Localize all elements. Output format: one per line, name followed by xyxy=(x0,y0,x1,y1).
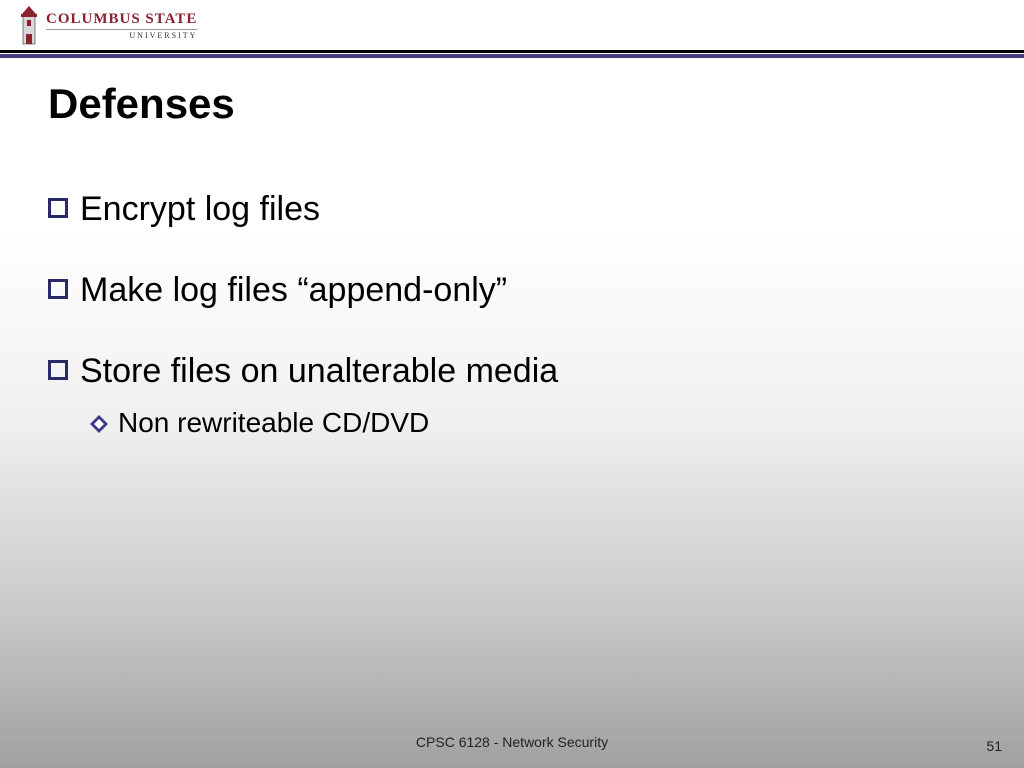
logo-line2: UNIVERSITY xyxy=(46,29,197,40)
slide: COLUMBUS STATE UNIVERSITY Defenses Encry… xyxy=(0,0,1024,768)
logo-text: COLUMBUS STATE UNIVERSITY xyxy=(46,12,197,40)
tower-icon xyxy=(18,6,40,46)
bullet-item: Store files on unalterable media xyxy=(48,352,948,391)
page-number: 51 xyxy=(986,738,1002,754)
square-bullet-icon xyxy=(48,279,68,299)
square-bullet-icon xyxy=(48,198,68,218)
slide-content: Encrypt log files Make log files “append… xyxy=(48,190,948,439)
institution-logo: COLUMBUS STATE UNIVERSITY xyxy=(18,6,197,46)
bullet-text: Encrypt log files xyxy=(80,190,320,229)
bullet-item: Encrypt log files xyxy=(48,190,948,229)
diamond-bullet-icon xyxy=(90,415,108,433)
logo-line1: COLUMBUS STATE xyxy=(46,12,197,27)
sub-bullet-text: Non rewriteable CD/DVD xyxy=(118,407,429,439)
bullet-text: Store files on unalterable media xyxy=(80,352,558,391)
sub-bullet-item: Non rewriteable CD/DVD xyxy=(90,407,948,439)
bullet-text: Make log files “append-only” xyxy=(80,271,507,310)
bullet-item: Make log files “append-only” xyxy=(48,271,948,310)
header-divider xyxy=(0,50,1024,58)
slide-title: Defenses xyxy=(48,80,235,128)
footer-text: CPSC 6128 - Network Security xyxy=(0,734,1024,750)
square-bullet-icon xyxy=(48,360,68,380)
